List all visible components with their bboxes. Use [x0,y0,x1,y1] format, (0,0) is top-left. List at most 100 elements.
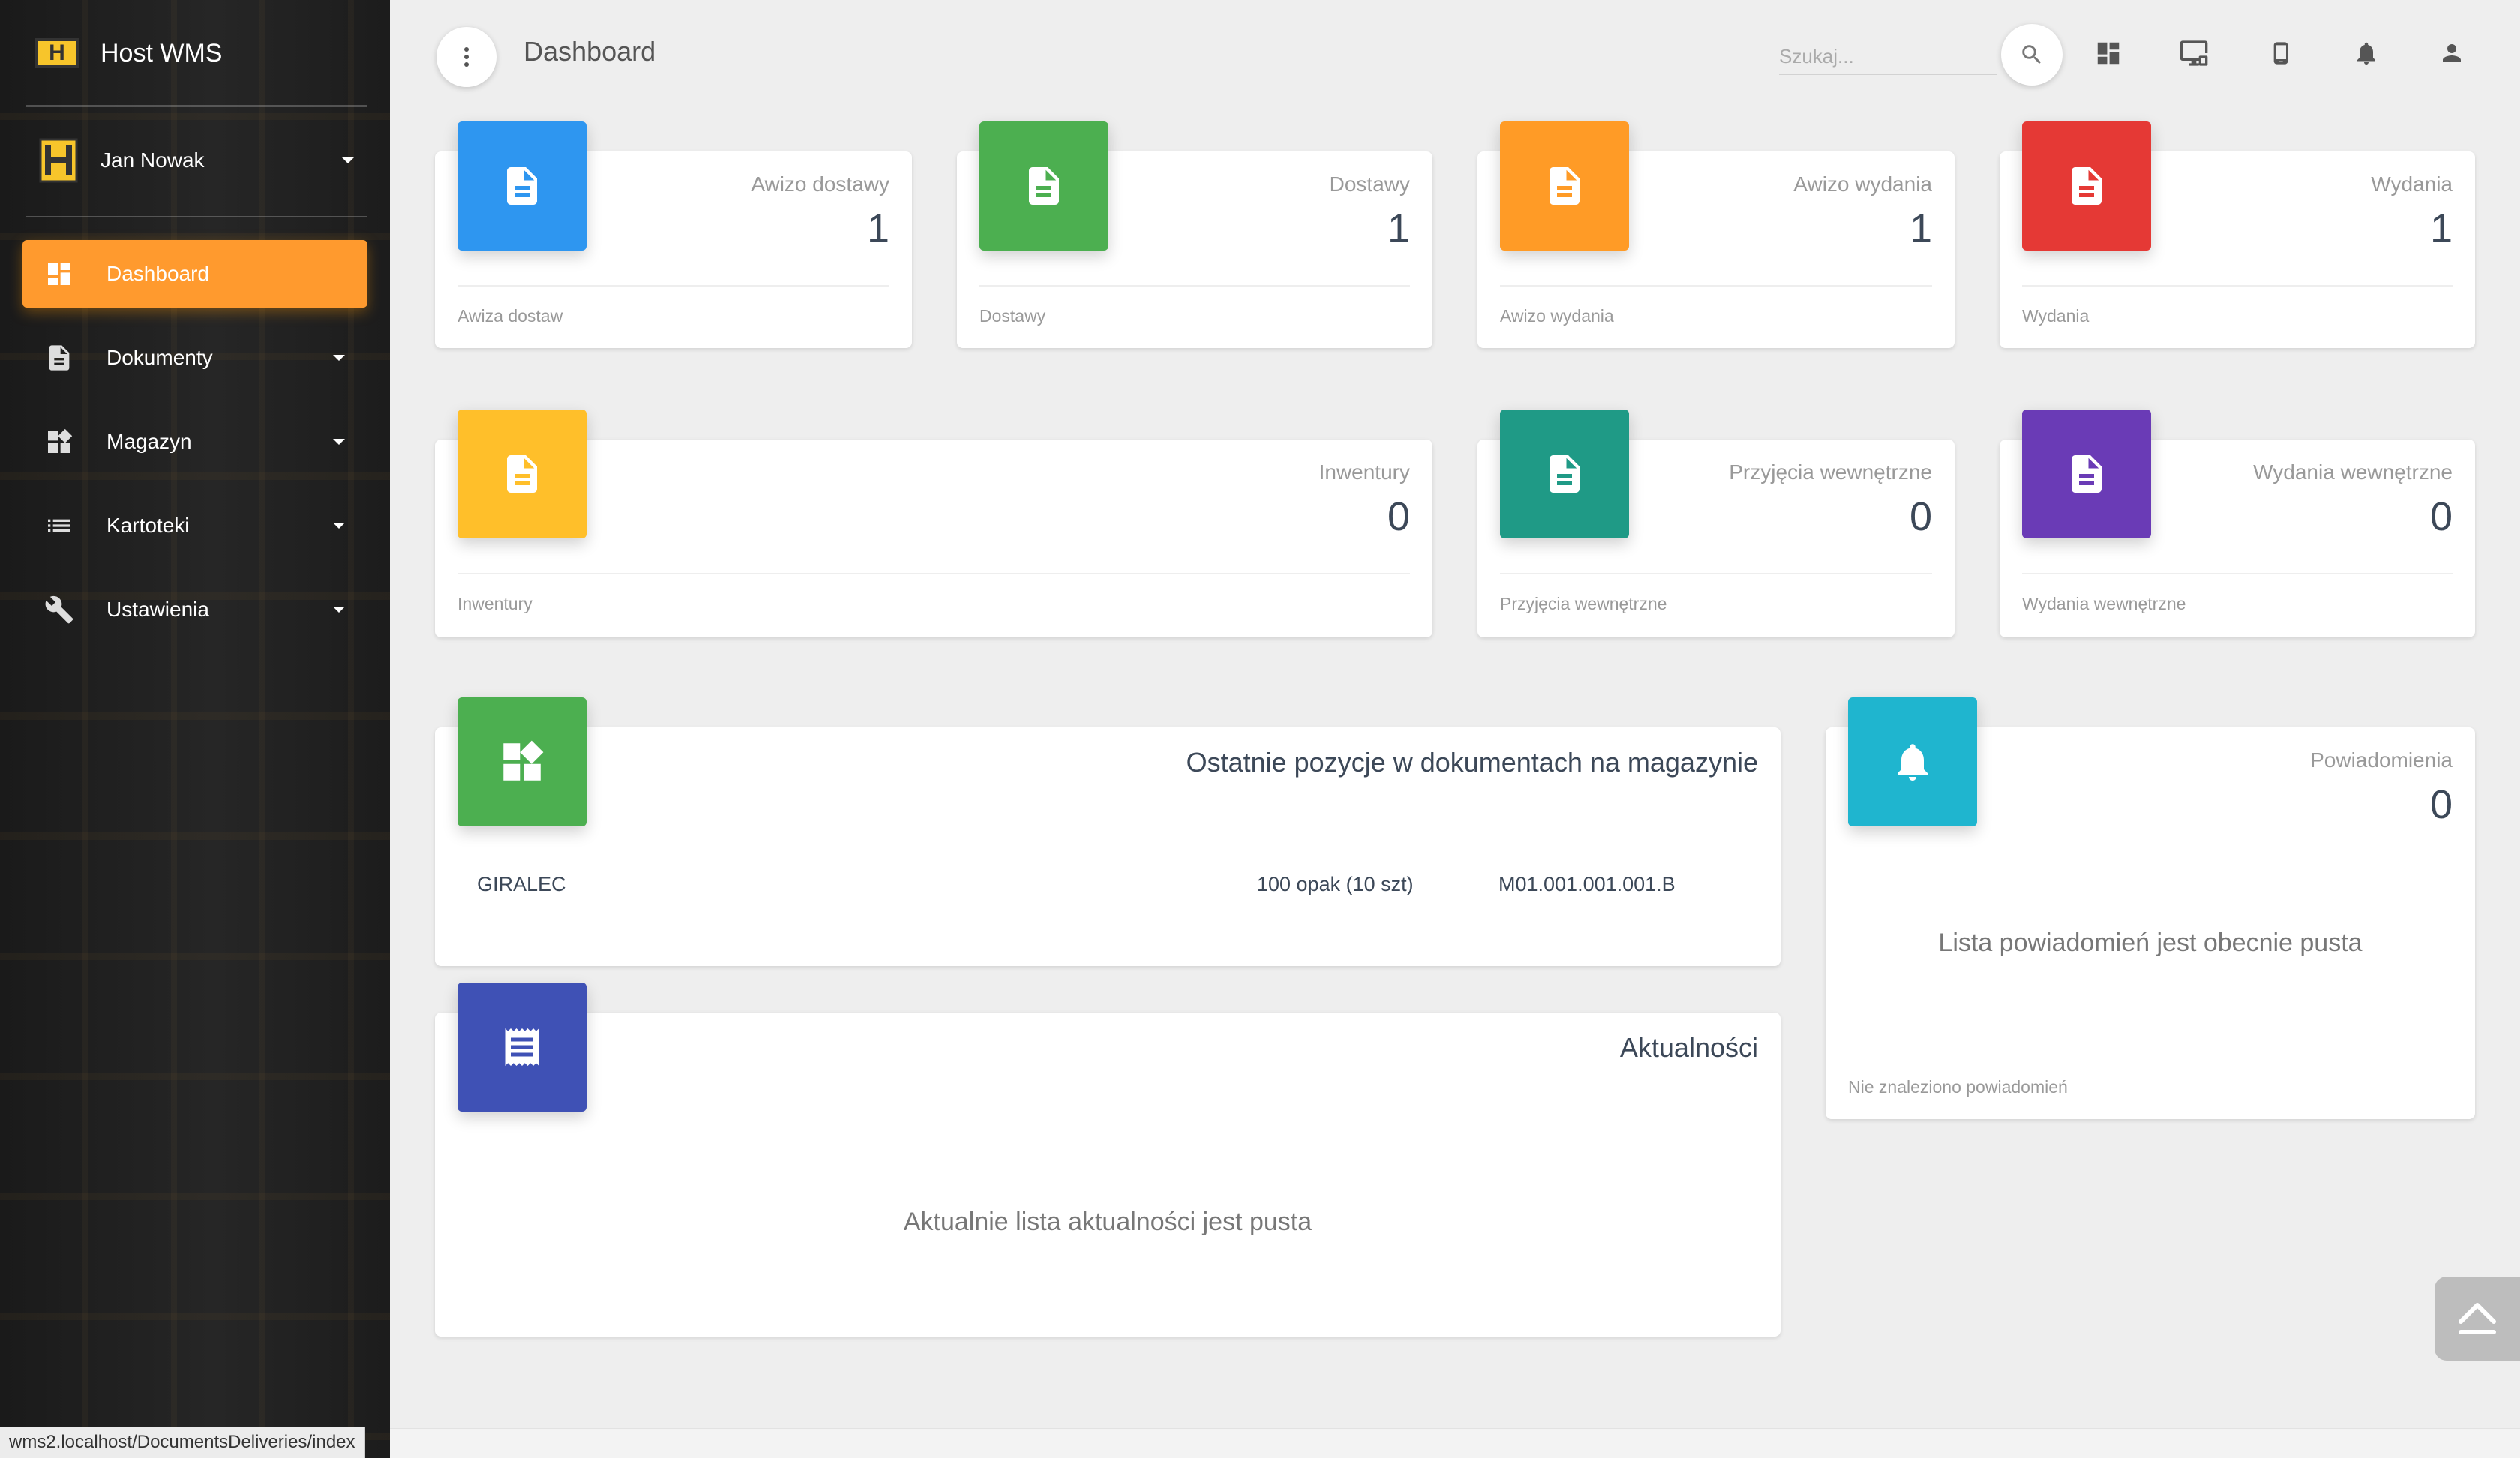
sidebar-item-dokumenty[interactable]: Dokumenty [22,324,368,392]
news-empty-message: Aktualnie lista aktualności jest pusta [903,1208,1312,1236]
stat-footer: Wydania wewnętrzne [2022,594,2186,614]
chevron-down-icon [333,607,345,613]
brand-logo-letter: H [49,40,65,65]
card-divider [2022,573,2452,574]
sidebar-divider [26,216,368,218]
stat-footer: Awizo wydania [1500,306,1614,326]
stat-category: Inwentury [1318,460,1410,484]
document-icon [1029,167,1059,205]
menu-button[interactable] [436,27,496,87]
search-input[interactable] [1779,33,1996,75]
dashboard-icon[interactable] [2090,34,2127,72]
stat-card-przyjecia-wewnetrzne[interactable]: Przyjęcia wewnętrzne 0 Przyjęcia wewnętr… [1478,410,1954,638]
stat-card-awizo-wydania[interactable]: Awizo wydania 1 Awizo wydania [1478,122,1954,348]
stat-icon-tile [458,122,586,250]
sidebar-item-kartoteki[interactable]: Kartoteki [22,492,368,560]
news-panel: Aktualności Aktualnie lista aktualności … [435,982,1780,1336]
sidebar-item-label: Magazyn [106,430,192,453]
stat-value: 0 [1909,494,1932,539]
notifications-count: 0 [2429,782,2452,827]
scroll-to-top-button[interactable] [2434,1276,2520,1360]
stat-value: 1 [1909,206,1932,251]
bell-icon[interactable] [2348,34,2385,72]
panel-icon-tile [1848,698,1977,826]
bell-icon [1898,744,1928,781]
topbar: Dashboard [390,0,2520,105]
stat-icon-tile [458,410,586,538]
panel-icon-tile [458,698,586,826]
notifications-empty-message: Lista powiadomień jest obecnie pusta [1938,928,2362,957]
card-divider [2022,285,2452,286]
stat-footer: Wydania [2022,306,2090,326]
stat-category: Przyjęcia wewnętrzne [1729,460,1932,484]
notifications-footer: Nie znaleziono powiadomień [1848,1077,2068,1096]
avatar [39,138,78,183]
status-url: wms2.localhost/DocumentsDeliveries/index [0,1426,365,1458]
user-name: Jan Nowak [100,148,205,172]
panel-icon-tile [458,982,586,1112]
sidebar-nav: Dashboard Dokumenty Magazyn Kartoteki Us… [22,240,368,660]
sidebar-item-label: Kartoteki [106,514,190,537]
sidebar: H Host WMS Jan Nowak Dashboard Dokumenty… [0,0,390,1458]
sidebar-item-ustawienia[interactable]: Ustawienia [22,576,368,644]
dashboard-icon [42,256,76,291]
recent-items-panel: Ostatnie pozycje w dokumentach na magazy… [435,698,1780,966]
sidebar-item-magazyn[interactable]: Magazyn [22,408,368,476]
document-icon [1550,167,1580,205]
sidebar-divider [26,105,368,106]
stat-category: Wydania [2371,172,2452,196]
item-quantity: 100 opak (10 szt) [1257,873,1414,896]
stat-icon-tile [1500,122,1629,250]
document-icon [507,455,537,493]
stat-icon-tile [2022,410,2151,538]
search-button[interactable] [2001,24,2062,86]
stat-category: Awizo wydania [1793,172,1932,196]
stat-icon-tile [1500,410,1629,538]
phone-icon[interactable] [2262,34,2300,72]
more-vertical-icon [464,47,469,67]
brand-logo: H [34,38,80,68]
panel-title: Ostatnie pozycje w dokumentach na magazy… [1186,747,1758,778]
footer-strip [390,1428,2520,1458]
stat-value: 1 [866,206,890,251]
stat-card-dostawy[interactable]: Dostawy 1 Dostawy [957,122,1432,348]
document-icon [2072,455,2102,493]
sidebar-item-label: Dokumenty [106,346,213,369]
user-menu[interactable]: Jan Nowak [39,138,354,183]
desktop-icon[interactable] [2175,34,2212,72]
chevron-down-icon [333,439,345,445]
document-icon [42,340,76,375]
stat-card-inwentury[interactable]: Inwentury 0 Inwentury [435,410,1432,638]
stat-category: Dostawy [1329,172,1410,196]
stat-category: Powiadomienia [2310,748,2452,772]
list-icon [42,508,76,543]
notifications-panel: Powiadomienia 0 Lista powiadomień jest o… [1826,698,2475,1119]
card-divider [1500,573,1932,574]
sidebar-item-dashboard[interactable]: Dashboard [22,240,368,308]
stat-icon-tile [2022,122,2151,250]
stat-card-awizo-dostawy[interactable]: Awizo dostawy 1 Awiza dostaw [435,122,912,348]
sidebar-item-label: Dashboard [106,262,209,285]
stat-value: 1 [2429,206,2452,251]
page-title: Dashboard [524,36,656,67]
sidebar-item-label: Ustawienia [106,598,209,621]
stat-category: Wydania wewnętrzne [2253,460,2452,484]
stat-category: Awizo dostawy [751,172,890,196]
card-divider [980,285,1410,286]
person-icon[interactable] [2433,34,2470,72]
chevron-up-icon [2458,1303,2496,1334]
widgets-icon [42,424,76,459]
stat-value: 1 [1387,206,1410,251]
brand[interactable]: H Host WMS [34,36,222,70]
card-divider [458,573,1410,574]
stat-footer: Awiza dostaw [458,306,563,326]
app-name: Host WMS [100,38,223,68]
stat-card-wydania[interactable]: Wydania 1 Wydania [2000,122,2475,348]
widgets-icon [503,740,544,781]
stat-card-wydania-wewnetrzne[interactable]: Wydania wewnętrzne 0 Wydania wewnętrzne [2000,410,2475,638]
chevron-down-icon [342,158,354,164]
chevron-down-icon [333,355,345,361]
receipt-icon [505,1028,539,1066]
stat-footer: Inwentury [458,594,532,614]
panel-title: Aktualności [1619,1032,1758,1063]
